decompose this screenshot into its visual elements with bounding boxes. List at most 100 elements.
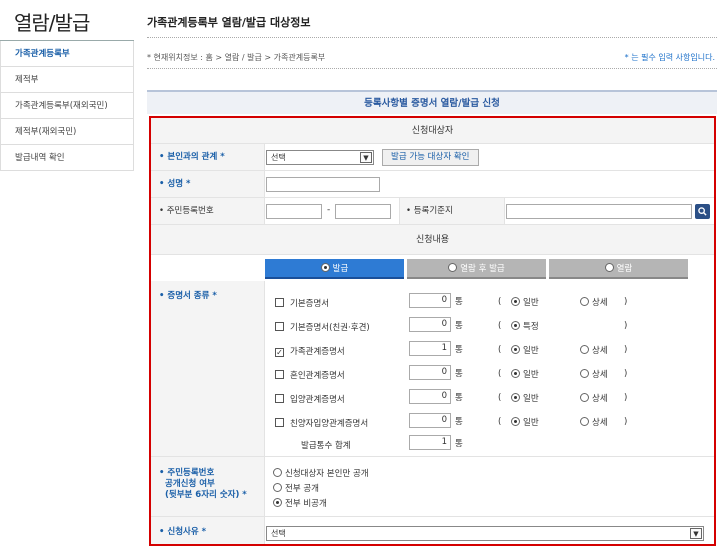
qty-input[interactable]: 0 (409, 317, 451, 332)
tab-view-then-issue[interactable]: 열람 후 발급 (407, 259, 546, 279)
option-detail-radio[interactable]: 상세 (580, 296, 608, 308)
cert-name: 친양자입양관계증명서 (290, 419, 369, 429)
cert-name: 가족관계증명서 (290, 347, 345, 357)
option-normal-radio[interactable]: 일반 (511, 344, 539, 356)
qty-input[interactable]: 0 (409, 389, 451, 404)
cert-name: 혼인관계증명서 (290, 371, 345, 381)
name-input[interactable] (266, 177, 380, 192)
checkbox[interactable] (275, 418, 284, 427)
qty-input[interactable]: 1 (409, 341, 451, 356)
option-normal-radio[interactable]: 일반 (511, 392, 539, 404)
paren-open: ( (498, 297, 502, 307)
disclosure-label: • 주민등록번호 공개신청 여부 (뒷부분 6자리 숫자) * (151, 457, 265, 516)
checkbox[interactable] (275, 298, 284, 307)
required-note: * 는 필수 입력 사항입니다. (624, 53, 715, 62)
paren-open: ( (498, 369, 502, 379)
cert-item-adoption: 입양관계증명서 0 통 ( 일반 상세 ) (275, 389, 705, 407)
application-form: 신청대상자 • 본인과의 관계 * 선택 ▼ 발급 가능 대상자 확인 • 성명… (149, 116, 716, 546)
option-detail-radio[interactable]: 상세 (580, 416, 608, 428)
rrn-front-input[interactable] (266, 204, 322, 219)
form-title: 등록사항별 증명서 열람/발급 신청 (147, 90, 717, 114)
relation-label: • 본인과의 관계 * (151, 144, 265, 170)
qty-input[interactable]: 0 (409, 293, 451, 308)
tab-issue[interactable]: 발급 (265, 259, 404, 279)
option-normal-radio[interactable]: 일반 (511, 416, 539, 428)
tab-view-then-issue-radio (448, 263, 458, 272)
checkbox-checked[interactable]: ✓ (275, 348, 284, 357)
unit-label: 통 (455, 417, 463, 427)
cert-name: 기본증명서 (290, 299, 330, 309)
chevron-down-icon: ▼ (360, 152, 372, 163)
rrn-back-input[interactable] (335, 204, 391, 219)
relation-select-value: 선택 (271, 153, 286, 162)
paren-close: ) (624, 297, 628, 307)
tab-view-radio (604, 263, 614, 272)
tab-issue-label: 발급 (332, 264, 349, 274)
sidebar-item-issue-history[interactable]: 발급내역 확인 (0, 145, 134, 171)
sidebar-item-family-register[interactable]: 가족관계등록부 (0, 41, 134, 67)
checkbox[interactable] (275, 394, 284, 403)
rrn-dash: - (327, 205, 331, 215)
paren-open: ( (498, 393, 502, 403)
disclosure-option-self-only[interactable]: 신청대상자 본인만 공개 (273, 467, 369, 479)
total-label: 발급통수 합계 (301, 441, 351, 451)
sidebar-item-removed-register[interactable]: 제적부 (0, 67, 134, 93)
paren-close: ) (624, 345, 628, 355)
sidebar-title: 열람/발급 (14, 11, 90, 35)
cert-item-family-relation: ✓ 가족관계증명서 1 통 ( 일반 상세 ) (275, 341, 705, 359)
sidebar-menu: 가족관계등록부 제적부 가족관계등록부(재외국민) 제적부(재외국민) 발급내역… (0, 40, 134, 171)
total-qty: 1 (409, 435, 451, 450)
cert-type-label: • 증명서 종류 * (151, 281, 265, 456)
tab-view[interactable]: 열람 (549, 259, 688, 279)
relation-select[interactable]: 선택 ▼ (266, 150, 374, 165)
option-normal-radio[interactable]: 일반 (511, 368, 539, 380)
section-content-title: 신청내용 (415, 235, 450, 245)
cert-item-basic: 기본증명서 0 통 ( 일반 상세 ) (275, 293, 705, 311)
unit-label: 통 (455, 369, 463, 379)
checkbox[interactable] (275, 370, 284, 379)
tab-view-then-issue-label: 열람 후 발급 (460, 264, 505, 274)
relation-row: • 본인과의 관계 * 선택 ▼ 발급 가능 대상자 확인 (151, 144, 714, 171)
cert-item-full-adoption: 친양자입양관계증명서 0 통 ( 일반 상세 ) (275, 413, 705, 431)
reason-select[interactable]: 선택 ▼ (266, 526, 704, 541)
cert-total: 발급통수 합계 1 통 (275, 435, 705, 453)
section-content-row: 신청내용 (151, 225, 714, 255)
disclosure-option-all-public[interactable]: 전부 공개 (273, 482, 369, 494)
cert-name: 입양관계증명서 (290, 395, 345, 405)
cert-item-marriage: 혼인관계증명서 0 통 ( 일반 상세 ) (275, 365, 705, 383)
cert-name: 기본증명서(친권·후견) (290, 323, 370, 333)
unit-label: 통 (455, 297, 463, 307)
disclosure-option-all-private[interactable]: 전부 비공개 (273, 497, 369, 509)
search-icon[interactable] (695, 204, 710, 219)
paren-open: ( (498, 345, 502, 355)
check-eligible-button[interactable]: 발급 가능 대상자 확인 (382, 149, 479, 166)
reason-label: • 신청사유 * (151, 517, 265, 544)
paren-close: ) (624, 369, 628, 379)
unit-label: 통 (455, 321, 463, 331)
name-row: • 성명 * (151, 171, 714, 198)
unit-label: 통 (455, 345, 463, 355)
option-detail-radio[interactable]: 상세 (580, 392, 608, 404)
sidebar-item-removed-register-overseas[interactable]: 제적부(재외국민) (0, 119, 134, 145)
checkbox[interactable] (275, 322, 284, 331)
sidebar: 열람/발급 가족관계등록부 제적부 가족관계등록부(재외국민) 제적부(재외국민… (0, 0, 134, 171)
qty-input[interactable]: 0 (409, 413, 451, 428)
sidebar-item-family-register-overseas[interactable]: 가족관계등록부(재외국민) (0, 93, 134, 119)
paren-open: ( (498, 417, 502, 427)
disclosure-options: 신청대상자 본인만 공개 전부 공개 전부 비공개 (273, 467, 369, 512)
page-title: 가족관계등록부 열람/발급 대상정보 (147, 16, 311, 29)
option-detail-radio[interactable]: 상세 (580, 368, 608, 380)
qty-input[interactable]: 0 (409, 365, 451, 380)
rrn-row: • 주민등록번호 - • 등록기준지 (151, 198, 714, 225)
section-applicant-title: 신청대상자 (411, 126, 454, 136)
option-normal-radio[interactable]: 일반 (511, 296, 539, 308)
paren-open: ( (498, 321, 502, 331)
divider (147, 37, 717, 38)
paren-close: ) (624, 321, 628, 331)
paren-close: ) (624, 417, 628, 427)
disclosure-row: • 주민등록번호 공개신청 여부 (뒷부분 6자리 숫자) * 신청대상자 본인… (151, 457, 714, 517)
reg-base-input[interactable] (506, 204, 692, 219)
reason-row: • 신청사유 * 선택 ▼ (151, 517, 714, 544)
option-specific-radio[interactable]: 특정 (511, 320, 539, 332)
option-detail-radio[interactable]: 상세 (580, 344, 608, 356)
